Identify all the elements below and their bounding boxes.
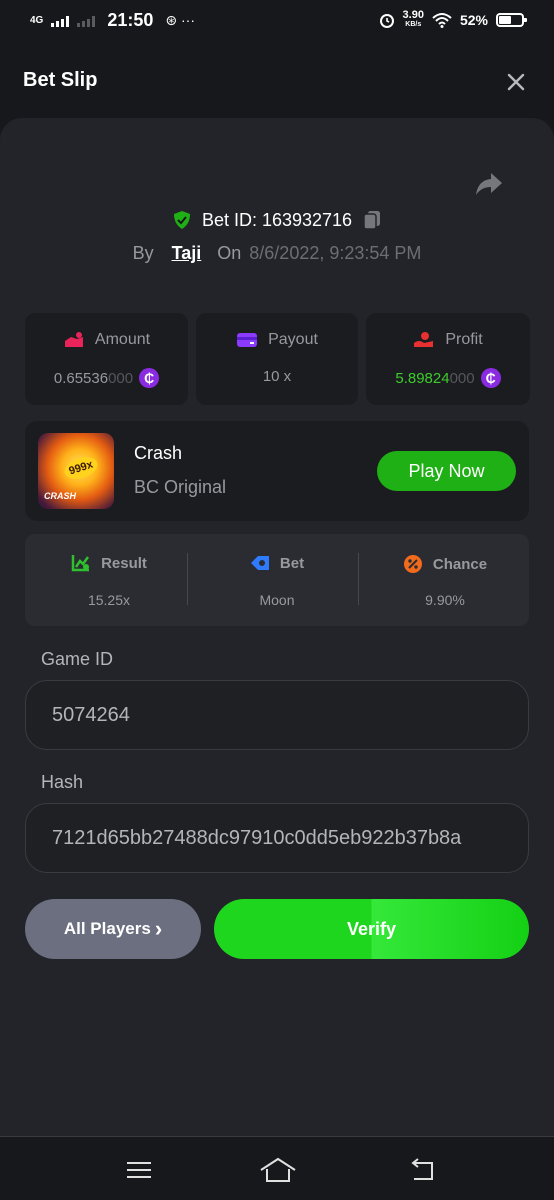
alarm-icon — [379, 14, 394, 28]
chance-value: 9.90% — [425, 592, 465, 608]
profit-icon — [414, 332, 434, 347]
divider — [358, 553, 359, 605]
network-type: 4G — [30, 14, 44, 26]
game-subtitle: BC Original — [134, 477, 227, 497]
divider — [187, 553, 188, 605]
bet-date: 8/6/2022, 9:23:54 PM — [249, 243, 422, 263]
user-link[interactable]: Taji — [172, 243, 202, 264]
hash-label: Hash — [41, 772, 84, 792]
status-bar: 4G 21:50 ⊛ ··· 3.90 KB/s 52% — [0, 0, 554, 44]
payout-icon — [237, 333, 258, 347]
system-nav-bar — [0, 1136, 554, 1200]
game-id-field[interactable] — [25, 680, 529, 750]
coin-icon: ₵ — [139, 368, 160, 388]
wifi-icon — [432, 13, 452, 28]
all-players-label: All Players — [63, 919, 151, 938]
share-icon[interactable] — [474, 170, 504, 198]
menu-icon[interactable] — [124, 1155, 154, 1185]
close-icon[interactable] — [504, 70, 528, 94]
thumb-badge: 999x — [61, 453, 101, 483]
game-id-label: Game ID — [41, 649, 114, 669]
hash-input[interactable] — [52, 804, 528, 872]
bet-id-row: Bet ID: 163932716 — [0, 209, 554, 231]
result-chart-icon — [71, 555, 90, 572]
clock-time: 21:50 — [107, 10, 154, 30]
notification-icons: ⊛ ··· — [165, 12, 195, 28]
result-column: Result 15.25x — [25, 534, 193, 626]
thumb-label: CRASH — [44, 491, 77, 501]
chevron-right-icon: › — [154, 916, 163, 941]
page-title: Bet Slip — [23, 69, 98, 91]
game-name: Crash — [134, 443, 183, 463]
copy-icon[interactable] — [362, 209, 382, 231]
by-label: By — [132, 243, 154, 263]
bet-value: Moon — [259, 592, 295, 608]
battery-icon — [496, 13, 527, 27]
game-id-input[interactable] — [52, 681, 528, 749]
on-label: On — [217, 243, 242, 263]
amount-box: Amount 0.65536000 ₵ — [25, 313, 188, 405]
game-card: 999x CRASH Crash BC Original Play Now — [25, 421, 529, 521]
play-now-button[interactable]: Play Now — [377, 451, 516, 491]
result-label: Result — [101, 554, 147, 572]
profit-value: 5.89824000 — [395, 369, 475, 387]
amount-label: Amount — [94, 331, 151, 348]
profit-label: Profit — [445, 331, 483, 348]
all-players-button[interactable]: All Players › — [25, 899, 201, 959]
hash-field[interactable] — [25, 803, 529, 873]
percent-icon — [403, 555, 422, 573]
bet-tag-icon — [250, 556, 269, 570]
battery-percent: 52% — [459, 12, 488, 28]
chance-label: Chance — [432, 555, 488, 573]
payout-label: Payout — [268, 331, 318, 348]
crash-game-thumbnail[interactable]: 999x CRASH — [38, 433, 114, 509]
verify-button[interactable]: Verify — [214, 899, 529, 959]
shield-check-icon — [173, 211, 190, 229]
profit-box: Profit 5.89824000 ₵ — [366, 313, 530, 405]
payout-value: 10 x — [262, 368, 292, 385]
amount-icon — [64, 332, 83, 347]
coin-icon: ₵ — [480, 368, 501, 388]
bet-meta-row: By Taji On 8/6/2022, 9:23:54 PM — [0, 243, 554, 264]
chance-column: Chance 9.90% — [361, 534, 529, 626]
result-card: Result 15.25x Bet Moon Chance 9.90% — [25, 534, 529, 626]
home-icon[interactable] — [259, 1155, 297, 1185]
bet-id: Bet ID: 163932716 — [201, 209, 353, 230]
payout-box: Payout 10 x — [196, 313, 358, 405]
signal-secondary-icon — [77, 15, 96, 27]
result-value: 15.25x — [87, 592, 131, 608]
network-speed: 3.90 KB/s — [402, 9, 424, 29]
bet-column: Bet Moon — [193, 534, 361, 626]
bet-slip-card — [0, 118, 554, 1136]
signal-icon — [51, 15, 70, 27]
back-icon[interactable] — [408, 1155, 438, 1185]
amount-value: 0.65536000 — [53, 369, 134, 387]
bet-label: Bet — [279, 554, 305, 572]
